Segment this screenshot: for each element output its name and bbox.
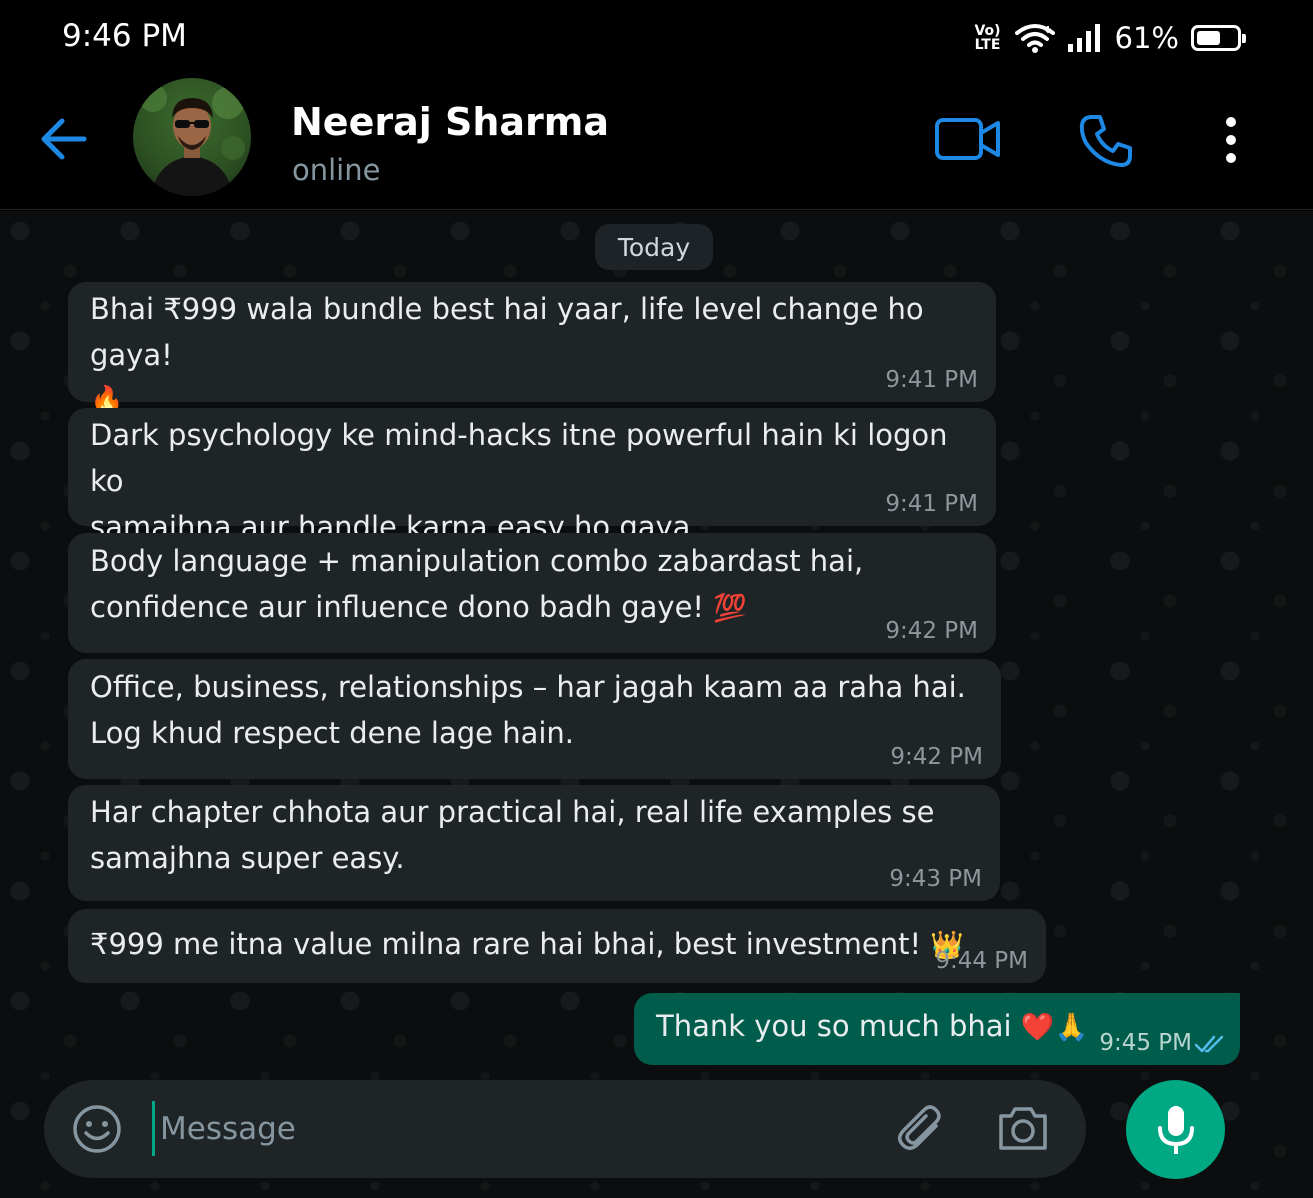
double-check-icon bbox=[1194, 1035, 1224, 1053]
paperclip-icon[interactable] bbox=[896, 1102, 946, 1154]
message-text: Body language + manipulation combo zabar… bbox=[90, 544, 864, 578]
back-arrow-icon[interactable] bbox=[40, 113, 88, 165]
message-text: confidence aur influence dono badh gaye! bbox=[90, 590, 705, 624]
video-camera-icon[interactable] bbox=[935, 118, 1001, 160]
message-bubble[interactable]: Dark psychology ke mind-hacks itne power… bbox=[68, 408, 996, 544]
voice-record-button[interactable] bbox=[1126, 1080, 1225, 1179]
battery-icon bbox=[1191, 25, 1246, 51]
message-text: ₹999 me itna value milna rare hai bhai, … bbox=[90, 927, 922, 961]
status-time: 9:46 PM bbox=[62, 18, 187, 54]
message-text: Dark psychology ke mind-hacks itne power… bbox=[90, 418, 948, 498]
message-text: Bhai ₹999 wala bundle best hai yaar, lif… bbox=[90, 292, 924, 372]
date-chip: Today bbox=[595, 224, 713, 270]
message-text: Office, business, relationships – har ja… bbox=[90, 670, 966, 704]
smiley-icon[interactable] bbox=[72, 1104, 122, 1154]
message-input[interactable] bbox=[160, 1100, 860, 1158]
message-time: 9:41 PM bbox=[885, 367, 978, 393]
message-time: 9:42 PM bbox=[890, 744, 983, 770]
camera-icon[interactable] bbox=[997, 1104, 1049, 1152]
phone-icon[interactable] bbox=[1078, 113, 1134, 169]
signal-icon bbox=[1067, 24, 1100, 52]
message-time: 9:43 PM bbox=[889, 866, 982, 892]
message-bubble[interactable]: Office, business, relationships – har ja… bbox=[68, 659, 1001, 779]
volte-icon: Vo) LTE bbox=[974, 23, 1001, 53]
contact-name[interactable]: Neeraj Sharma bbox=[291, 100, 609, 144]
chat-area[interactable]: Today Bhai ₹999 wala bundle best hai yaa… bbox=[0, 211, 1313, 1198]
hundred-emoji: 💯 bbox=[713, 593, 747, 624]
contact-status: online bbox=[292, 153, 381, 187]
message-time: 9:41 PM bbox=[885, 491, 978, 517]
message-bubble[interactable]: ₹999 me itna value milna rare hai bhai, … bbox=[68, 909, 1046, 983]
microphone-icon bbox=[1157, 1105, 1194, 1154]
text-cursor bbox=[152, 1101, 155, 1156]
contact-avatar[interactable] bbox=[133, 78, 251, 196]
battery-percent: 61% bbox=[1114, 21, 1179, 55]
message-time: 9:42 PM bbox=[885, 618, 978, 644]
message-text: Har chapter chhota aur practical hai, re… bbox=[90, 795, 935, 829]
message-composer bbox=[44, 1080, 1086, 1178]
heart-pray-emoji: ❤️🙏 bbox=[1020, 1012, 1089, 1043]
message-text: samajhna super easy. bbox=[90, 841, 405, 875]
avatar-portrait bbox=[139, 84, 245, 196]
status-icons: Vo) LTE 61% bbox=[973, 18, 1246, 58]
more-options-icon[interactable] bbox=[1222, 116, 1240, 164]
wifi-icon bbox=[1014, 24, 1055, 53]
chat-header: Neeraj Sharma online bbox=[0, 75, 1313, 210]
message-text: Thank you so much bhai bbox=[656, 1009, 1012, 1043]
battery-level-fill bbox=[1197, 31, 1220, 45]
status-bar: 9:46 PM Vo) LTE 61% bbox=[0, 0, 1313, 75]
message-time: 9:44 PM bbox=[935, 948, 1028, 974]
message-bubble-outgoing[interactable]: Thank you so much bhai ❤️🙏 9:45 PM bbox=[634, 993, 1240, 1065]
message-bubble[interactable]: Har chapter chhota aur practical hai, re… bbox=[68, 785, 1000, 901]
message-text: Log khud respect dene lage hain. bbox=[90, 716, 575, 750]
message-time: 9:45 PM bbox=[1099, 1030, 1192, 1056]
message-bubble[interactable]: Bhai ₹999 wala bundle best hai yaar, lif… bbox=[68, 282, 996, 416]
message-bubble[interactable]: Body language + manipulation combo zabar… bbox=[68, 533, 996, 653]
